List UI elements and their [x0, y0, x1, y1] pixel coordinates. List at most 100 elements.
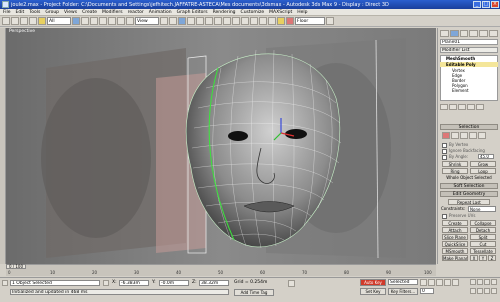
msmooth-button[interactable]: MSmooth	[442, 248, 468, 254]
perspective-viewport[interactable]: Perspective	[6, 28, 436, 264]
menu-reactor[interactable]: reactor	[128, 10, 144, 15]
minimize-button[interactable]: _	[473, 1, 481, 8]
create-button[interactable]: Create	[442, 220, 468, 226]
maxscript-listener-icon[interactable]	[2, 280, 8, 286]
repeat-last-button[interactable]: Repeat Last	[448, 199, 490, 205]
close-button[interactable]: ×	[491, 1, 499, 8]
set-key-button[interactable]: Set Key	[360, 288, 386, 295]
border-mode-icon[interactable]	[460, 132, 468, 139]
unlink-icon[interactable]	[29, 17, 37, 25]
key-mode-icon[interactable]	[288, 280, 295, 287]
soft-selection-rollout-header[interactable]: Soft Selection	[440, 183, 498, 189]
edge-mode-icon[interactable]	[451, 132, 459, 139]
selection-filter-dropdown[interactable]: All	[47, 17, 71, 25]
rotate-icon[interactable]	[117, 17, 125, 25]
layer-manager-icon[interactable]	[241, 17, 249, 25]
field-of-view-icon[interactable]	[470, 287, 476, 294]
y-coord-field[interactable]: -0.0m	[159, 280, 189, 286]
auto-key-button[interactable]: Auto Key	[360, 279, 386, 286]
maximize-viewport-icon[interactable]	[491, 287, 497, 294]
slice-plane-button[interactable]: Slice Plane	[442, 234, 468, 240]
previous-frame-icon[interactable]	[428, 279, 435, 286]
menu-animation[interactable]: Animation	[149, 10, 172, 15]
planar-z-button[interactable]: Z	[488, 255, 496, 261]
menu-modifiers[interactable]: Modifiers	[102, 10, 123, 15]
split-button[interactable]: Split	[470, 234, 496, 240]
ignore-backfacing-checkbox[interactable]: Ignore Backfacing	[442, 148, 485, 153]
modify-tab-icon[interactable]	[449, 30, 459, 37]
menu-group[interactable]: Group	[45, 10, 59, 15]
attach-button[interactable]: Attach	[442, 227, 468, 233]
window-crossing-icon[interactable]	[99, 17, 107, 25]
loop-button[interactable]: Loop	[470, 168, 496, 174]
menu-views[interactable]: Views	[64, 10, 77, 15]
spinner-snap-icon[interactable]	[205, 17, 213, 25]
make-unique-icon[interactable]	[458, 104, 466, 110]
reference-coord-dropdown[interactable]: View	[135, 17, 159, 25]
pin-stack-icon[interactable]	[440, 104, 448, 110]
detach-button[interactable]: Detach	[470, 227, 496, 233]
named-selection-icon[interactable]	[214, 17, 222, 25]
redo-icon[interactable]	[11, 17, 19, 25]
render-scene-icon[interactable]	[277, 17, 285, 25]
z-coord-field[interactable]: 38.32m	[199, 280, 229, 286]
pivot-center-icon[interactable]	[160, 17, 168, 25]
by-angle-checkbox[interactable]: By Angle:	[442, 154, 468, 159]
angle-spinner[interactable]: 45.0	[478, 154, 494, 159]
cut-button[interactable]: Cut	[470, 241, 496, 247]
maximize-button[interactable]: □	[482, 1, 490, 8]
go-to-end-icon[interactable]	[452, 279, 459, 286]
polygon-mode-icon[interactable]	[469, 132, 477, 139]
stack-item-editable-poly[interactable]: Editable Poly	[440, 62, 498, 67]
select-object-icon[interactable]	[72, 17, 80, 25]
link-icon[interactable]	[20, 17, 28, 25]
snap-toggle-icon[interactable]	[178, 17, 186, 25]
zoom-icon[interactable]	[470, 279, 476, 285]
display-tab-icon[interactable]	[479, 30, 489, 37]
align-icon[interactable]	[232, 17, 240, 25]
menu-edit[interactable]: Edit	[16, 10, 25, 15]
zoom-extents-all-icon[interactable]	[491, 279, 497, 285]
schematic-view-icon[interactable]	[259, 17, 267, 25]
modifier-list-dropdown[interactable]: Modifier List	[440, 47, 498, 53]
rectangle-selection-icon[interactable]	[90, 17, 98, 25]
object-name-field[interactable]: Plane01	[440, 39, 498, 45]
material-editor-icon[interactable]	[268, 17, 276, 25]
menu-file[interactable]: File	[3, 10, 11, 15]
menu-tools[interactable]: Tools	[29, 10, 40, 15]
menu-help[interactable]: Help	[297, 10, 307, 15]
configure-sets-icon[interactable]	[476, 104, 484, 110]
menu-rendering[interactable]: Rendering	[213, 10, 236, 15]
preserve-uvs-checkbox[interactable]: Preserve UVs	[442, 213, 475, 218]
key-set-dropdown[interactable]: Selected	[388, 279, 418, 285]
select-by-name-icon[interactable]	[81, 17, 89, 25]
planar-y-button[interactable]: Y	[479, 255, 487, 261]
stack-item-element[interactable]: Element	[440, 88, 498, 93]
constraints-dropdown[interactable]: None	[468, 206, 496, 212]
grow-button[interactable]: Grow	[470, 161, 496, 167]
shrink-button[interactable]: Shrink	[442, 161, 468, 167]
make-planar-button[interactable]: Make Planar	[442, 255, 468, 261]
hierarchy-tab-icon[interactable]	[459, 30, 469, 37]
menu-customize[interactable]: Customize	[241, 10, 265, 15]
next-frame-icon[interactable]	[444, 279, 451, 286]
bind-space-warp-icon[interactable]	[38, 17, 46, 25]
motion-tab-icon[interactable]	[469, 30, 479, 37]
curve-editor-icon[interactable]	[250, 17, 258, 25]
key-filters-button[interactable]: Key Filters...	[388, 288, 418, 295]
named-selection-set-dropdown[interactable]: Floor	[295, 17, 325, 25]
collapse-button[interactable]: Collapse	[470, 220, 496, 226]
planar-x-button[interactable]: X	[470, 255, 478, 261]
selection-rollout-header[interactable]: Selection	[440, 124, 498, 130]
remove-modifier-icon[interactable]	[467, 104, 475, 110]
show-end-result-icon[interactable]	[449, 104, 457, 110]
lock-selection-icon[interactable]	[103, 280, 109, 286]
create-tab-icon[interactable]	[440, 30, 449, 37]
add-time-tag-button[interactable]: Add Time Tag	[234, 289, 274, 296]
scale-icon[interactable]	[126, 17, 134, 25]
undo-icon[interactable]	[2, 17, 10, 25]
menu-graph-editors[interactable]: Graph Editors	[177, 10, 208, 15]
go-to-start-icon[interactable]	[420, 279, 427, 286]
x-coord-field[interactable]: -6.383m	[119, 280, 149, 286]
play-icon[interactable]	[436, 279, 443, 286]
